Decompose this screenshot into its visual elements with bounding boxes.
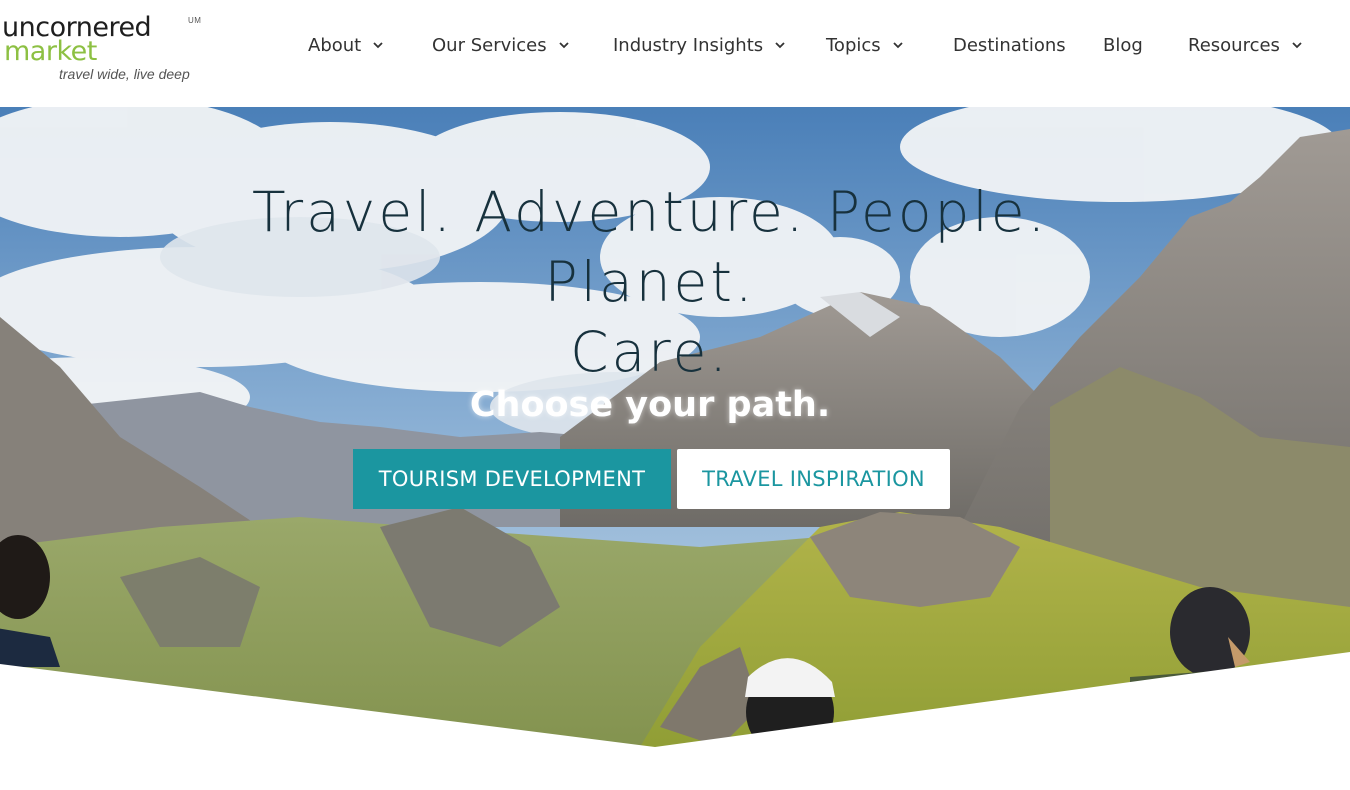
nav-item-blog[interactable]: Blog [1103,32,1143,58]
hero-headline-line2: Care. [570,320,730,384]
hero-headline-line1: Travel. Adventure. People. Planet. [251,180,1049,314]
site-header: uncornered UM market travel wide, live d… [0,0,1350,107]
nav-item-label: Destinations [953,34,1066,56]
chevron-down-icon [775,42,785,49]
hero-section: Travel. Adventure. People. Planet. Care.… [0,107,1350,790]
chevron-down-icon [1292,42,1302,49]
nav-item-label: About [308,34,362,56]
main-nav: About Our Services Industry Insights Top… [0,0,1350,90]
hero-headline: Travel. Adventure. People. Planet. Care. [150,177,1150,387]
nav-item-label: Industry Insights [613,34,764,56]
nav-item-label: Resources [1188,34,1280,56]
nav-item-about[interactable]: About [308,32,384,58]
hero-subhead: Choose your path. [469,385,831,425]
travel-inspiration-button[interactable]: TRAVEL INSPIRATION [677,449,950,509]
nav-item-resources[interactable]: Resources [1188,32,1303,58]
chevron-down-icon [373,42,383,49]
nav-item-our-services[interactable]: Our Services [432,32,570,58]
nav-item-destinations[interactable]: Destinations [953,32,1066,58]
nav-item-label: Our Services [432,34,547,56]
nav-item-industry-insights[interactable]: Industry Insights [613,32,786,58]
nav-item-topics[interactable]: Topics [826,32,904,58]
chevron-down-icon [893,42,903,49]
chevron-down-icon [558,42,569,49]
tourism-development-button[interactable]: TOURISM DEVELOPMENT [353,449,671,509]
nav-item-label: Blog [1103,34,1143,56]
nav-item-label: Topics [826,34,881,56]
